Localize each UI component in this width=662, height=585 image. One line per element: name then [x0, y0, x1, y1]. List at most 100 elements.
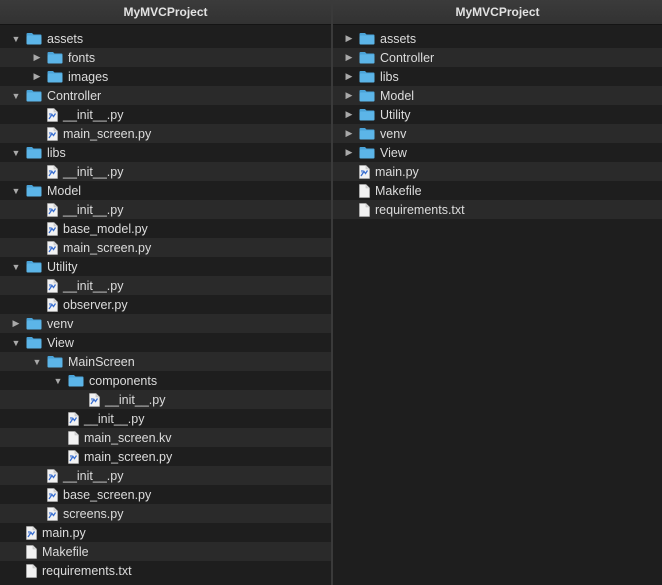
file-row[interactable]: base_screen.py [0, 485, 331, 504]
folder-icon [26, 336, 42, 349]
disclosure-expanded-icon[interactable]: ▼ [10, 337, 22, 349]
file-row[interactable]: __init__.py [0, 390, 331, 409]
disclosure-collapsed-icon[interactable]: ▶ [343, 52, 355, 64]
python-file-icon [89, 392, 100, 407]
file-row[interactable]: requirements.txt [333, 200, 662, 219]
file-row[interactable]: Makefile [0, 542, 331, 561]
folder-row[interactable]: ▶ images [0, 67, 331, 86]
python-file-icon [47, 487, 58, 502]
item-label: Makefile [42, 544, 89, 559]
disclosure-collapsed-icon[interactable]: ▶ [343, 90, 355, 102]
file-row[interactable]: main.py [333, 162, 662, 181]
disclosure-collapsed-icon[interactable]: ▶ [343, 128, 355, 140]
item-label: Controller [380, 50, 435, 65]
python-file-icon [68, 411, 79, 426]
folder-icon [47, 51, 63, 64]
item-label: base_model.py [63, 221, 148, 236]
file-row[interactable]: observer.py [0, 295, 331, 314]
disclosure-expanded-icon[interactable]: ▼ [10, 90, 22, 102]
item-label: base_screen.py [63, 487, 152, 502]
folder-icon [26, 260, 42, 273]
folder-row[interactable]: ▶ venv [333, 124, 662, 143]
file-row[interactable]: Makefile [333, 181, 662, 200]
disclosure-expanded-icon[interactable]: ▼ [31, 356, 43, 368]
folder-icon [359, 70, 375, 83]
python-file-icon [26, 525, 37, 540]
python-file-icon [47, 107, 58, 122]
disclosure-collapsed-icon[interactable]: ▶ [343, 147, 355, 159]
file-row[interactable]: screens.py [0, 504, 331, 523]
python-file-icon [47, 278, 58, 293]
folder-row[interactable]: ▶ View [333, 143, 662, 162]
document-icon [26, 563, 37, 578]
item-label: main_screen.py [84, 449, 173, 464]
item-label: main.py [375, 164, 419, 179]
file-row[interactable]: __init__.py [0, 200, 331, 219]
folder-row[interactable]: ▶ libs [333, 67, 662, 86]
item-label: components [89, 373, 158, 388]
file-row[interactable]: __init__.py [0, 276, 331, 295]
disclosure-expanded-icon[interactable]: ▼ [10, 147, 22, 159]
disclosure-collapsed-icon[interactable]: ▶ [343, 109, 355, 121]
python-file-icon [359, 164, 370, 179]
folder-icon [26, 146, 42, 159]
item-label: __init__.py [105, 392, 166, 407]
item-label: main_screen.kv [84, 430, 172, 445]
item-label: __init__.py [63, 202, 124, 217]
folder-icon [26, 317, 42, 330]
folder-icon [26, 32, 42, 45]
folder-icon [359, 51, 375, 64]
folder-row[interactable]: ▼ assets [0, 29, 331, 48]
file-row[interactable]: __init__.py [0, 162, 331, 181]
python-file-icon [47, 506, 58, 521]
disclosure-expanded-icon[interactable]: ▼ [10, 261, 22, 273]
folder-row[interactable]: ▼ Model [0, 181, 331, 200]
item-label: Utility [380, 107, 411, 122]
document-icon [359, 202, 370, 217]
file-tree: ▶ assets ▶ Controller ▶ libs ▶ Model ▶ Utility ▶ ve… [333, 25, 662, 585]
disclosure-expanded-icon[interactable]: ▼ [10, 185, 22, 197]
file-row[interactable]: main_screen.py [0, 447, 331, 466]
disclosure-collapsed-icon[interactable]: ▶ [31, 52, 43, 64]
window-title: MyMVCProject [333, 0, 662, 25]
disclosure-expanded-icon[interactable]: ▼ [10, 33, 22, 45]
item-label: View [47, 335, 74, 350]
item-label: fonts [68, 50, 96, 65]
item-label: MainScreen [68, 354, 135, 369]
file-row[interactable]: __init__.py [0, 409, 331, 428]
folder-row[interactable]: ▼ MainScreen [0, 352, 331, 371]
python-file-icon [47, 164, 58, 179]
disclosure-collapsed-icon[interactable]: ▶ [343, 71, 355, 83]
folder-row[interactable]: ▼ components [0, 371, 331, 390]
folder-row[interactable]: ▶ assets [333, 29, 662, 48]
file-row[interactable]: __init__.py [0, 466, 331, 485]
folder-icon [359, 89, 375, 102]
folder-row[interactable]: ▼ Controller [0, 86, 331, 105]
folder-row[interactable]: ▼ View [0, 333, 331, 352]
file-row[interactable]: requirements.txt [0, 561, 331, 580]
document-icon [68, 430, 79, 445]
file-row[interactable]: main_screen.py [0, 124, 331, 143]
python-file-icon [47, 297, 58, 312]
file-row[interactable]: base_model.py [0, 219, 331, 238]
file-row[interactable]: __init__.py [0, 105, 331, 124]
folder-row[interactable]: ▶ fonts [0, 48, 331, 67]
file-row[interactable]: main_screen.py [0, 238, 331, 257]
python-file-icon [47, 126, 58, 141]
folder-row[interactable]: ▶ venv [0, 314, 331, 333]
python-file-icon [47, 468, 58, 483]
folder-icon [26, 184, 42, 197]
folder-row[interactable]: ▶ Utility [333, 105, 662, 124]
disclosure-collapsed-icon[interactable]: ▶ [10, 318, 22, 330]
folder-row[interactable]: ▼ libs [0, 143, 331, 162]
item-label: assets [380, 31, 417, 46]
disclosure-expanded-icon[interactable]: ▼ [52, 375, 64, 387]
disclosure-collapsed-icon[interactable]: ▶ [31, 71, 43, 83]
file-row[interactable]: main.py [0, 523, 331, 542]
item-label: Utility [47, 259, 78, 274]
file-row[interactable]: main_screen.kv [0, 428, 331, 447]
folder-row[interactable]: ▶ Model [333, 86, 662, 105]
folder-row[interactable]: ▼ Utility [0, 257, 331, 276]
folder-row[interactable]: ▶ Controller [333, 48, 662, 67]
disclosure-collapsed-icon[interactable]: ▶ [343, 33, 355, 45]
